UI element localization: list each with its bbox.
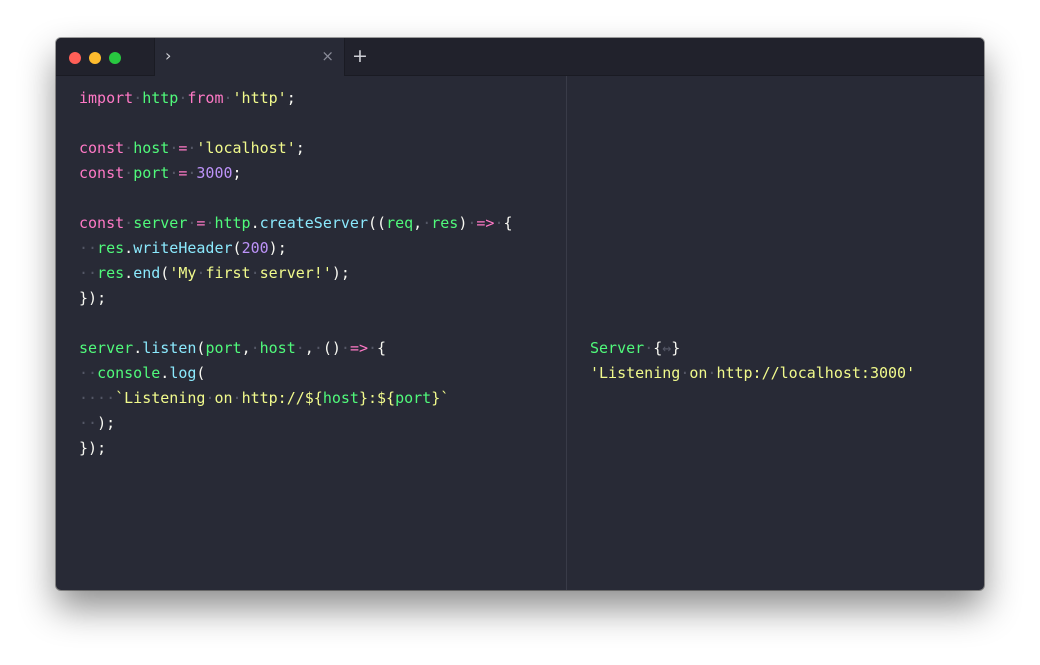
code-line: ··res.writeHeader(200); (79, 239, 287, 257)
code-line: const·host·=·'localhost'; (79, 139, 305, 157)
code-editor-pane[interactable]: import·http·from·'http'; const·host·=·'lo… (79, 86, 513, 461)
prompt-icon: › (165, 46, 172, 65)
code-line: ··); (79, 414, 116, 432)
code-line: }); (79, 439, 107, 457)
output-line: 'Listening·on·http://localhost:3000' (590, 364, 916, 382)
close-tab-icon[interactable]: × (321, 47, 334, 65)
tab-active[interactable]: › × (154, 38, 345, 76)
output-pane: Server·{↔} 'Listening·on·http://localhost… (590, 86, 915, 386)
output-line: Server·{↔} (590, 339, 681, 357)
code-line: }); (79, 289, 107, 307)
code-line: import·http·from·'http'; (79, 89, 296, 107)
code-line: const·server·=·http.createServer((req,·r… (79, 214, 513, 232)
code-line: ··console.log( (79, 364, 206, 382)
pane-divider[interactable] (566, 76, 567, 590)
code-line: ····`Listening·on·http://${host}:${port}… (79, 389, 450, 407)
title-bar: › × + (56, 38, 984, 76)
code-line: const·port·=·3000; (79, 164, 242, 182)
code-line: server.listen(port,·host·,·()·=>·{ (79, 339, 387, 357)
minimize-window-button[interactable] (89, 52, 101, 64)
maximize-window-button[interactable] (109, 52, 121, 64)
code-line: ··res.end('My·first·server!'); (79, 264, 350, 282)
new-tab-button[interactable]: + (352, 45, 368, 67)
terminal-window: › × + import·http·from·'http'; const·host… (56, 38, 984, 590)
close-window-button[interactable] (69, 52, 81, 64)
